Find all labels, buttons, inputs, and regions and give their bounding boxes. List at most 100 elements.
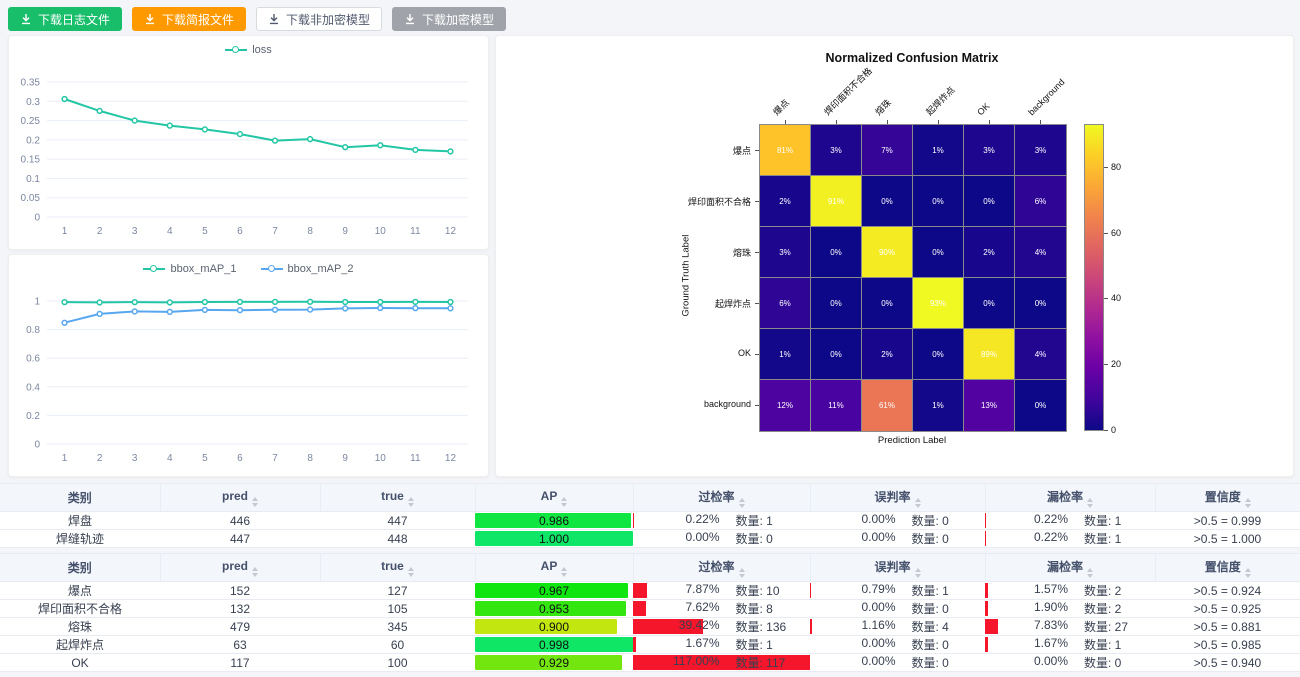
sort-icon[interactable] [1087, 498, 1093, 508]
svg-text:1: 1 [62, 226, 68, 237]
overdetect-count: 数量: 117 [722, 654, 811, 671]
matrix-column-label: 熔珠 [872, 97, 893, 118]
missed: 1.57%数量: 2 [985, 582, 1155, 600]
download-log-button[interactable]: 下载日志文件 [8, 7, 122, 31]
svg-text:0.2: 0.2 [26, 411, 40, 422]
axis-tick [755, 405, 759, 406]
sort-icon[interactable] [252, 567, 258, 577]
column-header-置信度[interactable]: 置信度 [1155, 554, 1300, 582]
misjudge-count: 数量: 1 [898, 582, 986, 599]
column-header-AP[interactable]: AP [475, 484, 633, 512]
ap-value: 0.900 [539, 620, 569, 634]
matrix-column-label: 焊印面积不合格 [821, 65, 874, 118]
category-cell: 焊印面积不合格 [0, 600, 160, 618]
column-header-pred[interactable]: pred [160, 554, 320, 582]
matrix-cell: 0% [862, 176, 913, 227]
download-unencrypted-model-button[interactable]: 下载非加密模型 [256, 7, 382, 31]
missed-percent: 0.00% [985, 654, 1070, 671]
defects-metrics-table: 类别predtrueAP过检率误判率漏检率置信度爆点1521270.9677.8… [0, 554, 1300, 671]
svg-text:0.4: 0.4 [26, 382, 40, 393]
sort-icon[interactable] [739, 568, 745, 578]
download-report-button[interactable]: 下载简报文件 [132, 7, 246, 31]
sort-icon[interactable] [1087, 568, 1093, 578]
matrix-cell: 3% [1015, 125, 1066, 176]
confidence-cell: >0.5 = 0.881 [1155, 618, 1300, 636]
category-cell: 焊缝轨迹 [0, 530, 160, 548]
sort-icon[interactable] [408, 567, 414, 577]
colorbar-tick [1104, 233, 1108, 234]
table-header-row: 类别predtrueAP过检率误判率漏检率置信度 [0, 554, 1300, 582]
matrix-cell: 0% [913, 176, 964, 227]
matrix-cell: 12% [760, 380, 811, 431]
missed-percent: 1.90% [985, 600, 1070, 617]
column-header-过检率[interactable]: 过检率 [633, 484, 810, 512]
column-header-漏检率[interactable]: 漏检率 [985, 554, 1155, 582]
ap-value: 0.986 [539, 514, 569, 528]
category-cell: OK [0, 654, 160, 672]
welds-metrics-table: 类别predtrueAP过检率误判率漏检率置信度焊盘4464470.9860.2… [0, 484, 1300, 547]
missed-count: 数量: 2 [1070, 600, 1155, 617]
legend-item-bbox_mAP_2[interactable]: bbox_mAP_2 [261, 263, 354, 275]
svg-text:6: 6 [237, 453, 243, 464]
column-header-label: true [381, 559, 404, 573]
matrix-row-label: 爆点 [496, 144, 751, 157]
toolbar: 下载日志文件 下载简报文件 下载非加密模型 下载加密模型 [0, 0, 514, 38]
matrix-cell: 0% [811, 329, 862, 380]
sort-icon[interactable] [915, 498, 921, 508]
column-header-AP[interactable]: AP [475, 554, 633, 582]
matrix-column-label: background [1025, 76, 1067, 118]
column-header-过检率[interactable]: 过检率 [633, 554, 810, 582]
sort-icon[interactable] [1245, 498, 1251, 508]
sort-icon[interactable] [739, 498, 745, 508]
missed-count: 数量: 1 [1070, 530, 1155, 547]
column-header-label: 类别 [68, 491, 92, 505]
sort-icon[interactable] [408, 497, 414, 507]
legend-item-bbox_mAP_1[interactable]: bbox_mAP_1 [143, 263, 236, 275]
sort-icon[interactable] [1245, 568, 1251, 578]
matrix-cell: 0% [862, 278, 913, 329]
download-encrypted-model-button[interactable]: 下载加密模型 [392, 7, 506, 31]
overdetect-count: 数量: 1 [722, 512, 811, 529]
column-header-误判率[interactable]: 误判率 [810, 484, 985, 512]
legend-item-loss[interactable]: loss [225, 44, 272, 56]
column-header-true[interactable]: true [320, 554, 475, 582]
svg-text:2: 2 [97, 226, 103, 237]
misjudge: 0.79%数量: 1 [810, 582, 985, 600]
matrix-cell: 2% [862, 329, 913, 380]
missed-percent: 1.67% [985, 636, 1070, 653]
colorbar-tick [1104, 298, 1108, 299]
matrix-column-label: OK [974, 100, 992, 118]
column-header-漏检率[interactable]: 漏检率 [985, 484, 1155, 512]
svg-text:0.35: 0.35 [21, 78, 41, 89]
misjudge: 0.00%数量: 0 [810, 512, 985, 530]
column-header-误判率[interactable]: 误判率 [810, 554, 985, 582]
misjudge-percent: 0.00% [810, 600, 898, 617]
column-header-true[interactable]: true [320, 484, 475, 512]
svg-text:7: 7 [272, 453, 278, 464]
svg-text:11: 11 [410, 226, 421, 237]
svg-text:8: 8 [307, 453, 313, 464]
axis-tick [1040, 120, 1041, 124]
svg-text:0.25: 0.25 [21, 116, 41, 127]
svg-text:9: 9 [342, 226, 348, 237]
misjudge-count: 数量: 0 [898, 600, 986, 617]
column-header-label: 漏检率 [1047, 560, 1083, 574]
sort-icon[interactable] [561, 497, 567, 507]
misjudge-percent: 0.79% [810, 582, 898, 599]
column-header-pred[interactable]: pred [160, 484, 320, 512]
column-header-label: true [381, 489, 404, 503]
misjudge: 1.16%数量: 4 [810, 618, 985, 636]
true-cell: 105 [320, 600, 475, 618]
sort-icon[interactable] [915, 568, 921, 578]
ap-value: 0.929 [539, 656, 569, 670]
svg-text:3: 3 [132, 453, 138, 464]
sort-icon[interactable] [252, 497, 258, 507]
confidence-cell: >0.5 = 0.940 [1155, 654, 1300, 672]
axis-tick [887, 120, 888, 124]
pred-cell: 63 [160, 636, 320, 654]
overdetect-percent: 7.87% [633, 582, 722, 599]
matrix-cell: 4% [1015, 227, 1066, 278]
map-chart-card: bbox_mAP_1bbox_mAP_200.20.40.60.81123456… [8, 254, 489, 477]
column-header-置信度[interactable]: 置信度 [1155, 484, 1300, 512]
sort-icon[interactable] [561, 567, 567, 577]
